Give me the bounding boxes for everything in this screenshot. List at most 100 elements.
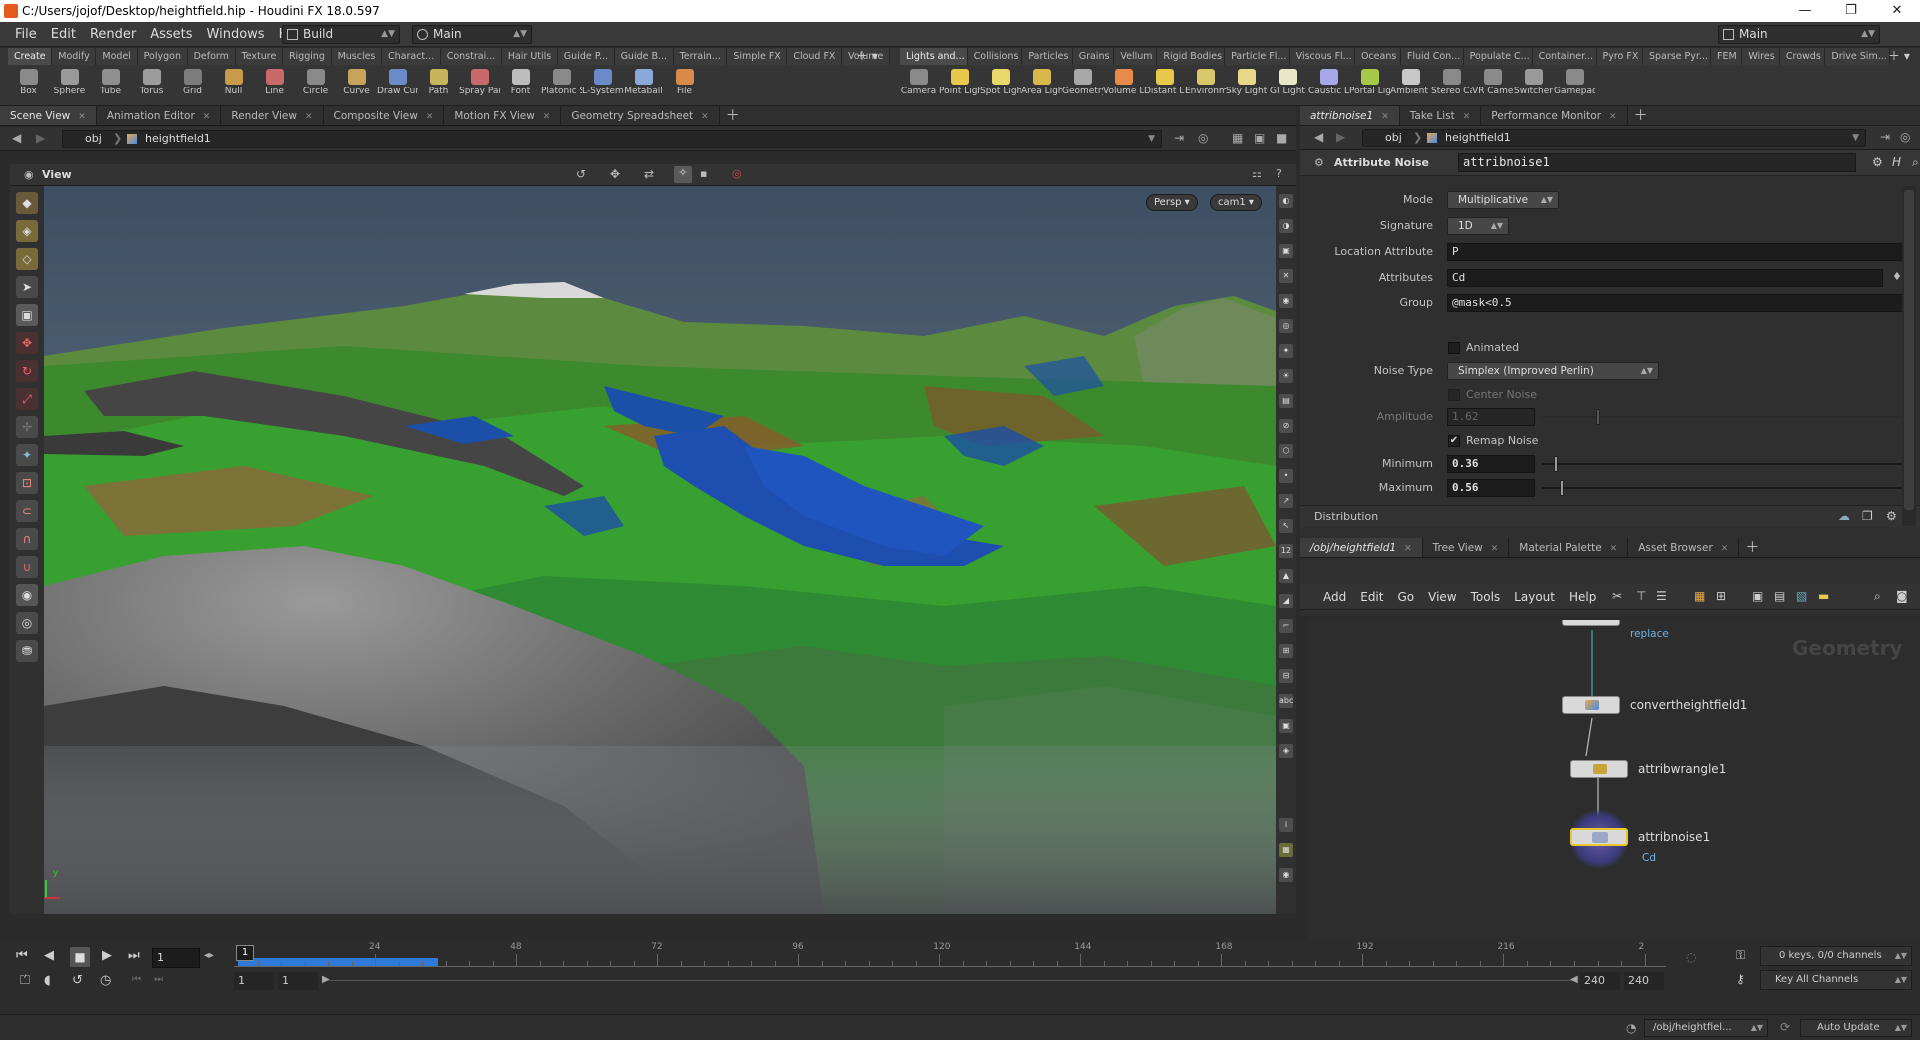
geometry-mode-icon[interactable]: ◇ <box>16 248 38 270</box>
path-root[interactable]: obj <box>1385 130 1402 146</box>
center-noise-checkbox[interactable] <box>1448 389 1460 401</box>
display-options-icon[interactable]: ⚏ <box>1252 167 1262 180</box>
tab-render-view[interactable]: Render View ✕ <box>221 106 324 125</box>
scene-path-field[interactable]: obj ❯ heightfield1 ▼ <box>62 130 1162 148</box>
rotate-icon[interactable]: ↻ <box>16 360 38 382</box>
magnet-snap-icon[interactable]: ∪ <box>16 556 38 578</box>
maximum-slider-handle[interactable] <box>1560 480 1564 496</box>
shelf_right-tool-5[interactable]: Volume Light <box>1103 66 1144 106</box>
pose-icon[interactable]: ✦ <box>16 444 38 466</box>
shelf_left-tool-12[interactable]: Font <box>500 66 541 106</box>
keys-icon[interactable]: ⚿ <box>1736 948 1745 963</box>
camera-menu-button[interactable]: cam1 ▾ <box>1210 194 1262 211</box>
shelf_right-tool-11[interactable]: Portal Light <box>1349 66 1390 106</box>
shelf_left-tab-0[interactable]: Create <box>8 48 53 65</box>
menu-assets[interactable]: Assets <box>143 22 199 47</box>
snapping-icon[interactable]: ✧ <box>674 166 692 183</box>
render-region-icon[interactable]: ◎ <box>16 612 38 634</box>
shelf_right-tab-17[interactable]: Drive Sim... <box>1825 48 1891 65</box>
main-desktop-combo[interactable]: Main ▲▼ <box>412 25 532 44</box>
signature-combo[interactable]: 1D ▲▼ <box>1447 217 1509 235</box>
view-tool-icon[interactable]: ⊡ <box>16 472 38 494</box>
quad-view-icon[interactable]: ▪ <box>700 167 707 180</box>
key-filter-icon[interactable]: ◌ <box>1686 950 1696 964</box>
shelf_right-tab-9[interactable]: Fluid Con... <box>1400 48 1464 65</box>
tab-attribnoise1[interactable]: attribnoise1 ✕ <box>1300 106 1400 125</box>
keys-channels-dropdown[interactable]: 0 keys, 0/0 channels ▲▼ <box>1760 946 1912 966</box>
shelf_right-tool-7[interactable]: Environment Light <box>1185 66 1226 106</box>
shelf_right-tab-5[interactable]: Rigid Bodies <box>1157 48 1226 65</box>
net-menu-tools[interactable]: Tools <box>1464 585 1508 610</box>
number-icon[interactable]: 12 <box>1279 544 1293 558</box>
amplitude-slider-handle[interactable] <box>1596 409 1600 425</box>
shelf_left-tool-5[interactable]: Null <box>213 66 254 106</box>
shelf_right-tool-15[interactable]: Switcher <box>1513 66 1554 106</box>
help-h-icon[interactable]: H <box>1892 155 1901 169</box>
select-mode-icon[interactable]: ◆ <box>16 192 38 214</box>
cloud-icon[interactable]: ☁ <box>1838 509 1850 523</box>
shelf_right-tab-4[interactable]: Vellum <box>1114 48 1158 65</box>
node-body[interactable] <box>1570 828 1628 846</box>
main-right-combo[interactable]: Main ▲▼ <box>1718 25 1880 44</box>
chat-icon[interactable]: ◔ <box>1626 1021 1636 1035</box>
shelf-right-add-tab-icon[interactable]: ＋ ▾ <box>1888 48 1910 65</box>
headlight-icon[interactable]: ☀ <box>1279 369 1293 383</box>
folder-icon[interactable]: ▬ <box>1818 589 1829 603</box>
tab-take-list[interactable]: Take List ✕ <box>1400 106 1482 125</box>
background-icon[interactable]: ▤ <box>1279 394 1293 408</box>
visualize-icon[interactable]: ⬡ <box>1279 444 1293 458</box>
shelf_right-tool-16[interactable]: Gamepad Camera <box>1554 66 1595 106</box>
param-scrollbar[interactable] <box>1902 186 1916 526</box>
normal-icon[interactable]: ↗ <box>1279 494 1293 508</box>
tab-composite-view[interactable]: Composite View ✕ <box>324 106 445 125</box>
record-icon[interactable]: ◎ <box>732 167 742 180</box>
point-icon[interactable]: • <box>1279 469 1293 483</box>
tumble-icon[interactable]: ↺ <box>576 167 586 181</box>
shelf_right-tab-8[interactable]: Oceans <box>1354 48 1401 65</box>
net-menu-layout[interactable]: Layout <box>1507 585 1562 610</box>
key-icon[interactable]: ⚷ <box>1736 972 1745 986</box>
backface-icon[interactable]: ✕ <box>1279 269 1293 283</box>
shelf-add-tab-icon[interactable]: ＋ ▾ <box>856 48 878 65</box>
shelf_left-tool-15[interactable]: Metaball <box>623 66 664 106</box>
shelf_left-tab-15[interactable]: Cloud FX <box>787 48 843 65</box>
help-icon[interactable]: ? <box>1276 167 1282 180</box>
tab-animation-editor[interactable]: Animation Editor ✕ <box>97 106 222 125</box>
shelf_left-tab-1[interactable]: Modify <box>52 48 97 65</box>
playback-end-field[interactable]: 240 <box>1580 972 1620 990</box>
maximum-field[interactable]: 0.56 <box>1447 479 1535 497</box>
shelf_left-tool-2[interactable]: Tube <box>90 66 131 106</box>
tab-tree-view[interactable]: Tree View ✕ <box>1423 538 1510 557</box>
menu-render[interactable]: Render <box>83 22 143 47</box>
close-button[interactable]: ✕ <box>1874 1 1920 21</box>
shelf_left-tool-8[interactable]: Curve <box>336 66 377 106</box>
node-body[interactable] <box>1562 620 1620 626</box>
range-start-handle[interactable]: ▶ <box>322 974 330 985</box>
shelf_right-tab-13[interactable]: Sparse Pyr... <box>1642 48 1711 65</box>
tab-material-palette[interactable]: Material Palette ✕ <box>1509 538 1629 557</box>
shelf_right-tab-14[interactable]: FEM <box>1710 48 1743 65</box>
scale-icon[interactable]: ⤢ <box>16 388 38 410</box>
menu-edit[interactable]: Edit <box>44 22 83 47</box>
end-frame-field[interactable]: 240 <box>1624 972 1664 990</box>
audio-icon[interactable]: ◖ <box>44 973 51 988</box>
search-icon[interactable]: ⌕ <box>1874 589 1881 604</box>
node-body[interactable] <box>1562 696 1620 714</box>
search-icon[interactable]: ⌕ <box>1912 155 1919 170</box>
shelf_left-tab-5[interactable]: Texture <box>235 48 283 65</box>
shelf_right-tab-16[interactable]: Crowds <box>1779 48 1826 65</box>
shelf_right-tool-3[interactable]: Area Light <box>1021 66 1062 106</box>
shelf_right-tool-0[interactable]: Camera <box>898 66 939 106</box>
shelf_right-tool-6[interactable]: Distant Light <box>1144 66 1185 106</box>
node-name-field[interactable]: attribnoise1 <box>1458 153 1856 172</box>
shelf_right-tool-9[interactable]: GI Light <box>1267 66 1308 106</box>
shelf_right-tool-2[interactable]: Spot Light <box>980 66 1021 106</box>
shelf_left-tab-14[interactable]: Simple FX <box>727 48 788 65</box>
key-all-channels-dropdown[interactable]: Key All Channels ▲▼ <box>1760 970 1912 990</box>
tab-performance-monitor[interactable]: Performance Monitor ✕ <box>1481 106 1628 125</box>
forward-arrow-icon[interactable]: ▶ <box>36 131 45 145</box>
text-icon[interactable]: abc <box>1279 694 1293 708</box>
skip-end-icon[interactable]: ⏭ <box>128 948 140 963</box>
back-arrow-icon[interactable]: ◀ <box>1314 130 1323 144</box>
shelf_left-tool-16[interactable]: File <box>664 66 705 106</box>
